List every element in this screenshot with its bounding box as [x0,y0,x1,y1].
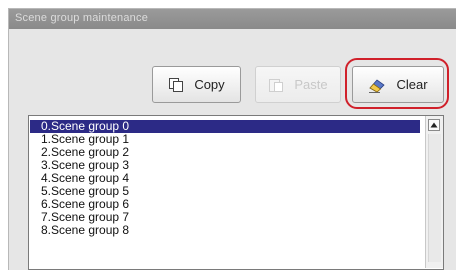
panel-title: Scene group maintenance [15,12,149,24]
scene-group-list[interactable]: 0.Scene group 0 1.Scene group 1 2.Scene … [28,115,444,270]
scroll-up-button[interactable] [428,119,440,131]
scene-group-panel: Scene group maintenance Copy Paste Clear… [8,8,456,270]
copy-label: Copy [194,77,225,92]
title-bar: Scene group maintenance [9,9,456,29]
copy-icon [168,77,184,93]
clear-button-highlight-ring [345,58,449,109]
scroll-track[interactable] [428,134,441,262]
paste-button[interactable]: Paste [255,66,341,103]
paste-label: Paste [294,77,328,92]
paste-icon [268,77,284,93]
list-scrollbar[interactable] [425,116,443,268]
copy-button[interactable]: Copy [152,66,241,103]
scroll-up-arrow-icon [430,122,438,128]
list-item-8[interactable]: 8.Scene group 8 [30,224,420,237]
